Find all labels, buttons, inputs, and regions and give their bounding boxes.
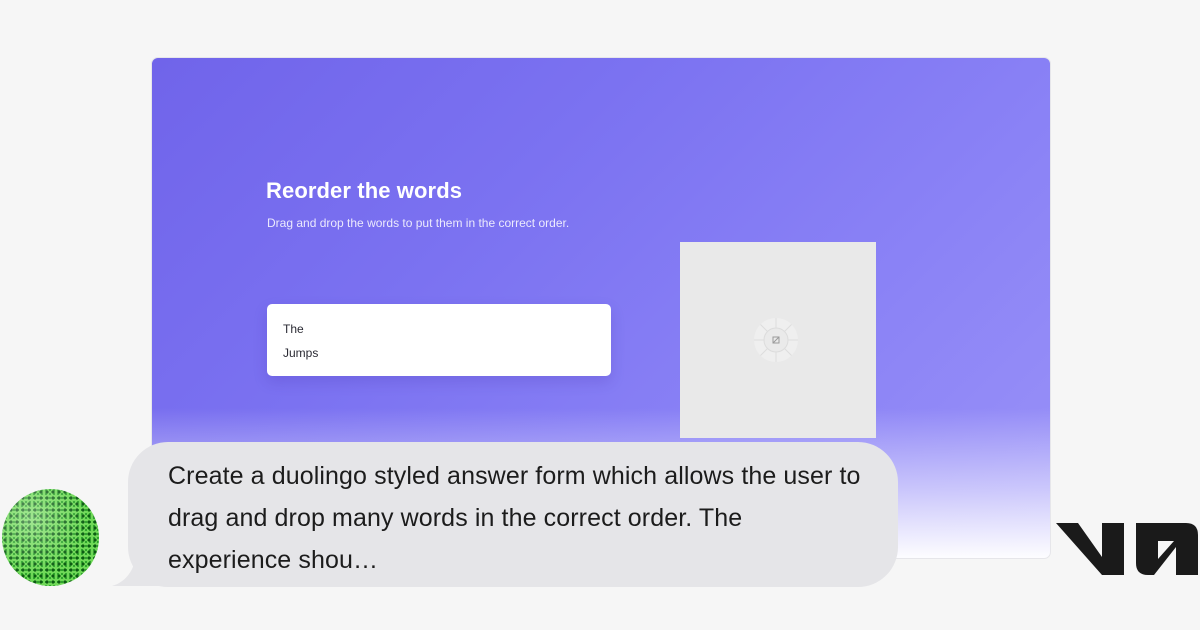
- exercise-title: Reorder the words: [266, 178, 463, 203]
- v0-logo-icon: [1056, 523, 1198, 575]
- image-placeholder-icon: [754, 318, 798, 362]
- word-drop-area[interactable]: The Jumps: [267, 304, 611, 376]
- word-tile[interactable]: The: [283, 322, 304, 336]
- image-placeholder: [680, 242, 876, 438]
- word-tile[interactable]: Jumps: [283, 346, 318, 360]
- avatar-icon: [2, 489, 99, 586]
- exercise-instructions: Drag and drop the words to put them in t…: [267, 216, 570, 230]
- chat-message: Create a duolingo styled answer form whi…: [168, 462, 861, 574]
